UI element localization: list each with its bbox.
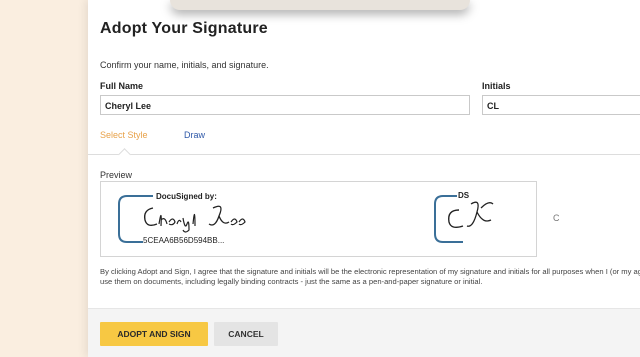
adopt-signature-dialog: Adopt Your Signature Confirm your name, … xyxy=(88,0,640,357)
cancel-button[interactable]: CANCEL xyxy=(214,322,278,346)
tab-draw[interactable]: Draw xyxy=(184,130,205,140)
signature-preview-box[interactable]: DocuSigned by: 5CEAA6B56D594BB... DS xyxy=(100,181,537,257)
initials-input[interactable]: CL xyxy=(482,95,640,115)
top-window-edge xyxy=(170,0,470,10)
dialog-subtitle: Confirm your name, initials, and signatu… xyxy=(100,60,269,70)
active-tab-pointer xyxy=(118,148,131,161)
dialog-title: Adopt Your Signature xyxy=(100,20,268,37)
cut-off-text: C xyxy=(553,213,560,223)
tab-divider xyxy=(88,154,640,155)
initials-script-drawing xyxy=(448,201,494,229)
full-name-input[interactable]: Cheryl Lee xyxy=(100,95,470,115)
full-name-label: Full Name xyxy=(100,81,144,91)
signature-hash: 5CEAA6B56D594BB... xyxy=(143,236,225,245)
adopt-and-sign-button[interactable]: ADOPT AND SIGN xyxy=(100,322,208,346)
initials-label: Initials xyxy=(482,81,511,91)
signature-script-drawing xyxy=(143,205,246,233)
preview-label: Preview xyxy=(100,170,133,180)
tab-select-style[interactable]: Select Style xyxy=(100,130,148,140)
legal-disclaimer: By clicking Adopt and Sign, I agree that… xyxy=(100,267,640,286)
